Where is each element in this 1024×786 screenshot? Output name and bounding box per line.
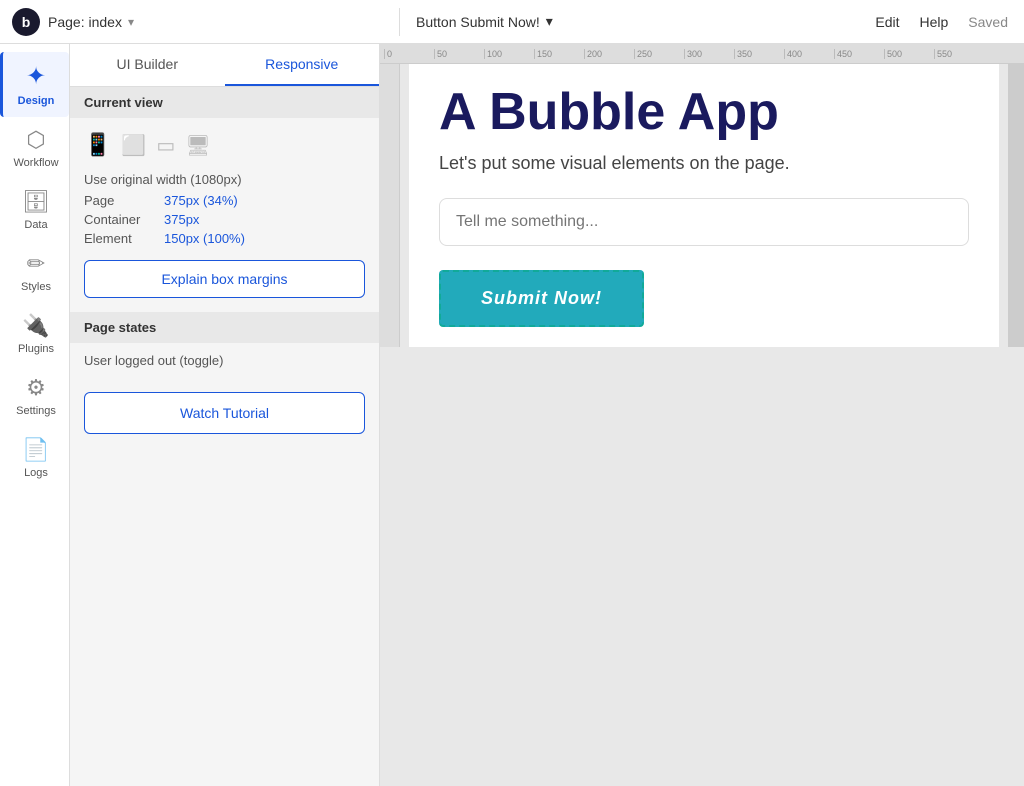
ruler-mark-0: 0 [384, 49, 434, 59]
page-title-bar: Page: index ▾ [48, 14, 387, 30]
ruler-mark-550: 550 [934, 49, 984, 59]
element-dim-row: Element 150px (100%) [84, 231, 365, 246]
sidebar-item-plugins[interactable]: 🔌 Plugins [0, 303, 69, 365]
tablet-portrait-icon[interactable]: ⬜ [121, 133, 146, 158]
app-subtitle: Let's put some visual elements on the pa… [439, 153, 969, 174]
topbar-center: Button Submit Now! ▾ [400, 13, 859, 30]
mobile-icon[interactable]: 📱 [84, 132, 111, 158]
ruler-mark-500: 500 [884, 49, 934, 59]
section-current-view: Current view [70, 87, 379, 118]
container-dim-row: Container 375px [84, 212, 365, 227]
ruler-vertical [380, 64, 400, 347]
ruler-mark-450: 450 [834, 49, 884, 59]
logs-icon: 📄 [22, 437, 49, 463]
app-title: A Bubble App [439, 84, 969, 141]
ruler-mark-400: 400 [784, 49, 834, 59]
canvas-scroll-area: A Bubble App Let's put some visual eleme… [400, 64, 1008, 347]
saved-status: Saved [968, 14, 1008, 30]
workflow-icon: ⬡ [26, 127, 45, 153]
design-icon: ✦ [26, 62, 46, 91]
topbar: b Page: index ▾ Button Submit Now! ▾ Edi… [0, 0, 1024, 44]
submit-now-button[interactable]: Submit Now! [439, 270, 644, 327]
tell-me-input[interactable] [439, 198, 969, 246]
sidebar-logs-label: Logs [24, 467, 48, 479]
container-dim-label: Container [84, 212, 164, 227]
ruler-mark-50: 50 [434, 49, 484, 59]
main-layout: ✦ Design ⬡ Workflow 🗄 Data ✏ Styles 🔌 Pl… [0, 44, 1024, 786]
topbar-right: Edit Help Saved [859, 14, 1024, 30]
desktop-icon[interactable]: 🖥 [185, 133, 210, 158]
ruler-mark-350: 350 [734, 49, 784, 59]
toggle-label: User logged out (toggle) [84, 353, 223, 368]
ruler-mark-200: 200 [584, 49, 634, 59]
ruler-marks: 0 50 100 150 200 250 300 350 400 450 500… [384, 49, 984, 59]
canvas-page: A Bubble App Let's put some visual eleme… [409, 64, 999, 347]
element-dim-value: 150px (100%) [164, 231, 245, 246]
canvas-area: 0 50 100 150 200 250 300 350 400 450 500… [380, 44, 1024, 786]
canvas-inner: A Bubble App Let's put some visual eleme… [380, 64, 1024, 347]
bubble-logo: b [12, 8, 40, 36]
sidebar-workflow-label: Workflow [13, 157, 58, 169]
sidebar-item-settings[interactable]: ⚙ Settings [0, 365, 69, 427]
help-link[interactable]: Help [920, 14, 949, 30]
element-dim-label: Element [84, 231, 164, 246]
tablet-landscape-icon[interactable]: ▭ [156, 133, 175, 158]
sidebar-item-styles[interactable]: ✏ Styles [0, 241, 69, 303]
ruler-mark-150: 150 [534, 49, 584, 59]
ruler-mark-300: 300 [684, 49, 734, 59]
sidebar-item-logs[interactable]: 📄 Logs [0, 427, 69, 489]
explain-box-margins-button[interactable]: Explain box margins [84, 260, 365, 298]
icon-sidebar: ✦ Design ⬡ Workflow 🗄 Data ✏ Styles 🔌 Pl… [0, 44, 70, 786]
topbar-left: b Page: index ▾ [0, 8, 400, 36]
submit-btn-wrapper: Submit Now! [439, 270, 644, 327]
watch-tutorial-button[interactable]: Watch Tutorial [84, 392, 365, 434]
sidebar-data-label: Data [24, 219, 47, 231]
page-dim-value: 375px (34%) [164, 193, 238, 208]
page-name: Page: index [48, 14, 122, 30]
app-selector-chevron-icon: ▾ [546, 13, 553, 30]
tab-ui-builder[interactable]: UI Builder [70, 44, 225, 86]
sidebar-settings-label: Settings [16, 405, 56, 417]
settings-icon: ⚙ [26, 375, 46, 401]
scrollbar-right[interactable] [1008, 64, 1024, 347]
sidebar-item-workflow[interactable]: ⬡ Workflow [0, 117, 69, 179]
sidebar-item-data[interactable]: 🗄 Data [0, 179, 69, 241]
page-dim-row: Page 375px (34%) [84, 193, 365, 208]
edit-link[interactable]: Edit [875, 14, 899, 30]
device-selector-row: 📱 ⬜ ▭ 🖥 [84, 132, 365, 158]
app-selector[interactable]: Button Submit Now! ▾ [416, 13, 553, 30]
sidebar-item-label: Design [18, 95, 55, 107]
user-logged-out-row: User logged out (toggle) [70, 343, 379, 378]
page-dim-label: Page [84, 193, 164, 208]
plugins-icon: 🔌 [22, 313, 49, 339]
ruler-mark-250: 250 [634, 49, 684, 59]
data-icon: 🗄 [22, 189, 50, 215]
ruler-horizontal: 0 50 100 150 200 250 300 350 400 450 500… [380, 44, 1024, 64]
panel-tabs: UI Builder Responsive [70, 44, 379, 87]
section-page-states: Page states [70, 312, 379, 343]
container-dim-value: 375px [164, 212, 199, 227]
use-original-width-row: Use original width (1080px) [84, 172, 365, 187]
side-panel: UI Builder Responsive Current view 📱 ⬜ ▭… [70, 44, 380, 786]
tab-responsive[interactable]: Responsive [225, 44, 380, 86]
panel-current-view-content: 📱 ⬜ ▭ 🖥 Use original width (1080px) Page… [70, 118, 379, 312]
chevron-down-icon[interactable]: ▾ [128, 15, 134, 29]
sidebar-plugins-label: Plugins [18, 343, 54, 355]
use-original-width-label: Use original width (1080px) [84, 172, 242, 187]
sidebar-styles-label: Styles [21, 281, 51, 293]
styles-icon: ✏ [27, 251, 45, 277]
ruler-mark-100: 100 [484, 49, 534, 59]
sidebar-item-design[interactable]: ✦ Design [0, 52, 69, 117]
